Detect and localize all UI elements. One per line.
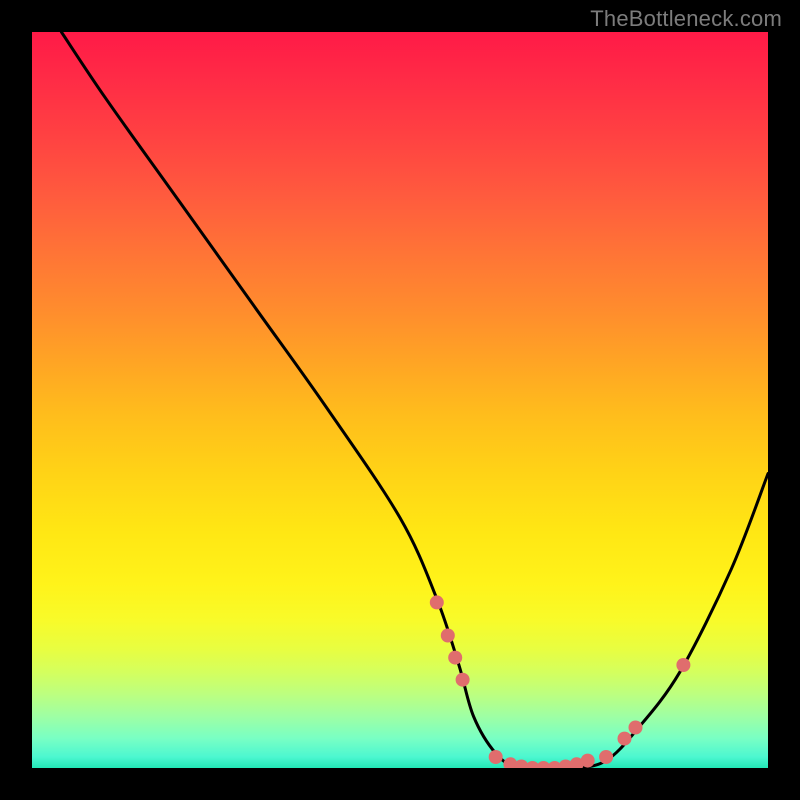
data-marker: [489, 750, 503, 764]
data-marker: [629, 721, 643, 735]
data-marker: [676, 658, 690, 672]
data-marker: [599, 750, 613, 764]
watermark-text: TheBottleneck.com: [590, 6, 782, 32]
data-marker: [448, 651, 462, 665]
data-marker: [618, 732, 632, 746]
chart-svg: [32, 32, 768, 768]
data-marker: [581, 754, 595, 768]
data-marker: [441, 629, 455, 643]
chart-frame: TheBottleneck.com: [0, 0, 800, 800]
marker-group: [430, 595, 691, 768]
bottleneck-curve: [61, 32, 768, 768]
plot-area: [32, 32, 768, 768]
data-marker: [430, 595, 444, 609]
data-marker: [456, 673, 470, 687]
